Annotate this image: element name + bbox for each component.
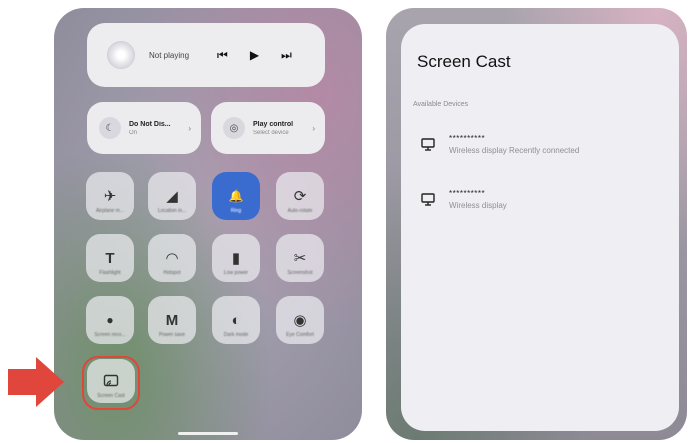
do-not-disturb-toggle[interactable]: ☾ Do Not Dis... On › xyxy=(87,102,201,154)
chevron-right-icon: › xyxy=(188,123,191,133)
play-control-label: Play control xyxy=(253,120,294,128)
device-list-item[interactable]: ********** Wireless display xyxy=(421,189,507,210)
tile-label: Auto-rotate xyxy=(287,208,313,214)
location-icon: ◢ xyxy=(166,188,178,205)
tile-label: Screenshot xyxy=(287,270,313,276)
moon-icon: ☾ xyxy=(99,117,121,139)
page-title: Screen Cast xyxy=(417,52,511,71)
bell-icon: 🔔 xyxy=(228,189,244,203)
tile-label: Screen reco... xyxy=(94,332,126,338)
tile-label: Airplane m... xyxy=(95,208,125,214)
do-not-disturb-status: On xyxy=(129,129,138,136)
section-header: Available Devices xyxy=(413,101,469,108)
do-not-disturb-label: Do Not Dis... xyxy=(129,120,171,128)
highlight-ring xyxy=(82,356,140,410)
battery-icon: ▮ xyxy=(231,250,241,267)
tile-label: Ring xyxy=(230,208,242,214)
device-name: ********** xyxy=(449,189,486,198)
media-title: Not playing xyxy=(149,50,190,60)
device-list-item[interactable]: ********** Wireless display Recently con… xyxy=(421,134,579,155)
cast-icon: ◎ xyxy=(223,117,245,139)
media-player-card[interactable]: Not playing ⏮ ▶ ⏭ xyxy=(87,23,325,87)
tile-label: Flashlight xyxy=(99,270,121,276)
device-status: Wireless display xyxy=(449,201,507,210)
chevron-right-icon: › xyxy=(312,123,315,133)
scissors-icon: ✂ xyxy=(293,250,307,267)
tile-label: Location in... xyxy=(157,208,187,214)
record-icon: ● xyxy=(106,313,114,327)
tile-label: Low power xyxy=(223,270,249,276)
device-name: ********** xyxy=(449,134,486,143)
tile-label: Eye Comfort xyxy=(286,332,314,338)
tile-label: Power save xyxy=(158,332,186,338)
next-track-button[interactable]: ⏭ xyxy=(281,48,292,63)
tile-label: Dark mode xyxy=(223,332,249,338)
play-control-status: Select device xyxy=(253,129,289,136)
tile-label: Hotspot xyxy=(163,270,181,276)
dark-mode-icon: ◐ xyxy=(231,311,241,329)
airplane-icon: ✈ xyxy=(103,188,117,205)
rotate-icon: ⟳ xyxy=(293,188,307,205)
flashlight-icon: T xyxy=(105,249,115,267)
home-indicator[interactable] xyxy=(178,432,238,435)
screen-cast-panel: Screen Cast Available Devices **********… xyxy=(386,8,687,440)
monitor-icon xyxy=(421,193,435,206)
media-disc-icon xyxy=(107,41,135,69)
previous-track-button[interactable]: ⏮ xyxy=(217,48,228,63)
play-button[interactable]: ▶ xyxy=(250,48,259,62)
hotspot-icon: ◠ xyxy=(165,250,179,267)
device-status: Wireless display Recently connected xyxy=(449,146,580,155)
screen-cast-sheet: Screen Cast Available Devices **********… xyxy=(401,24,679,431)
monitor-icon xyxy=(421,138,435,151)
play-control-toggle[interactable]: ◎ Play control Select device › xyxy=(211,102,325,154)
control-center-panel: Not playing ⏮ ▶ ⏭ ☾ Do Not Dis... On › ◎… xyxy=(54,8,362,440)
mail-icon: M xyxy=(165,311,179,329)
eye-icon: ◉ xyxy=(293,312,307,329)
pointer-arrow-icon xyxy=(8,357,64,407)
